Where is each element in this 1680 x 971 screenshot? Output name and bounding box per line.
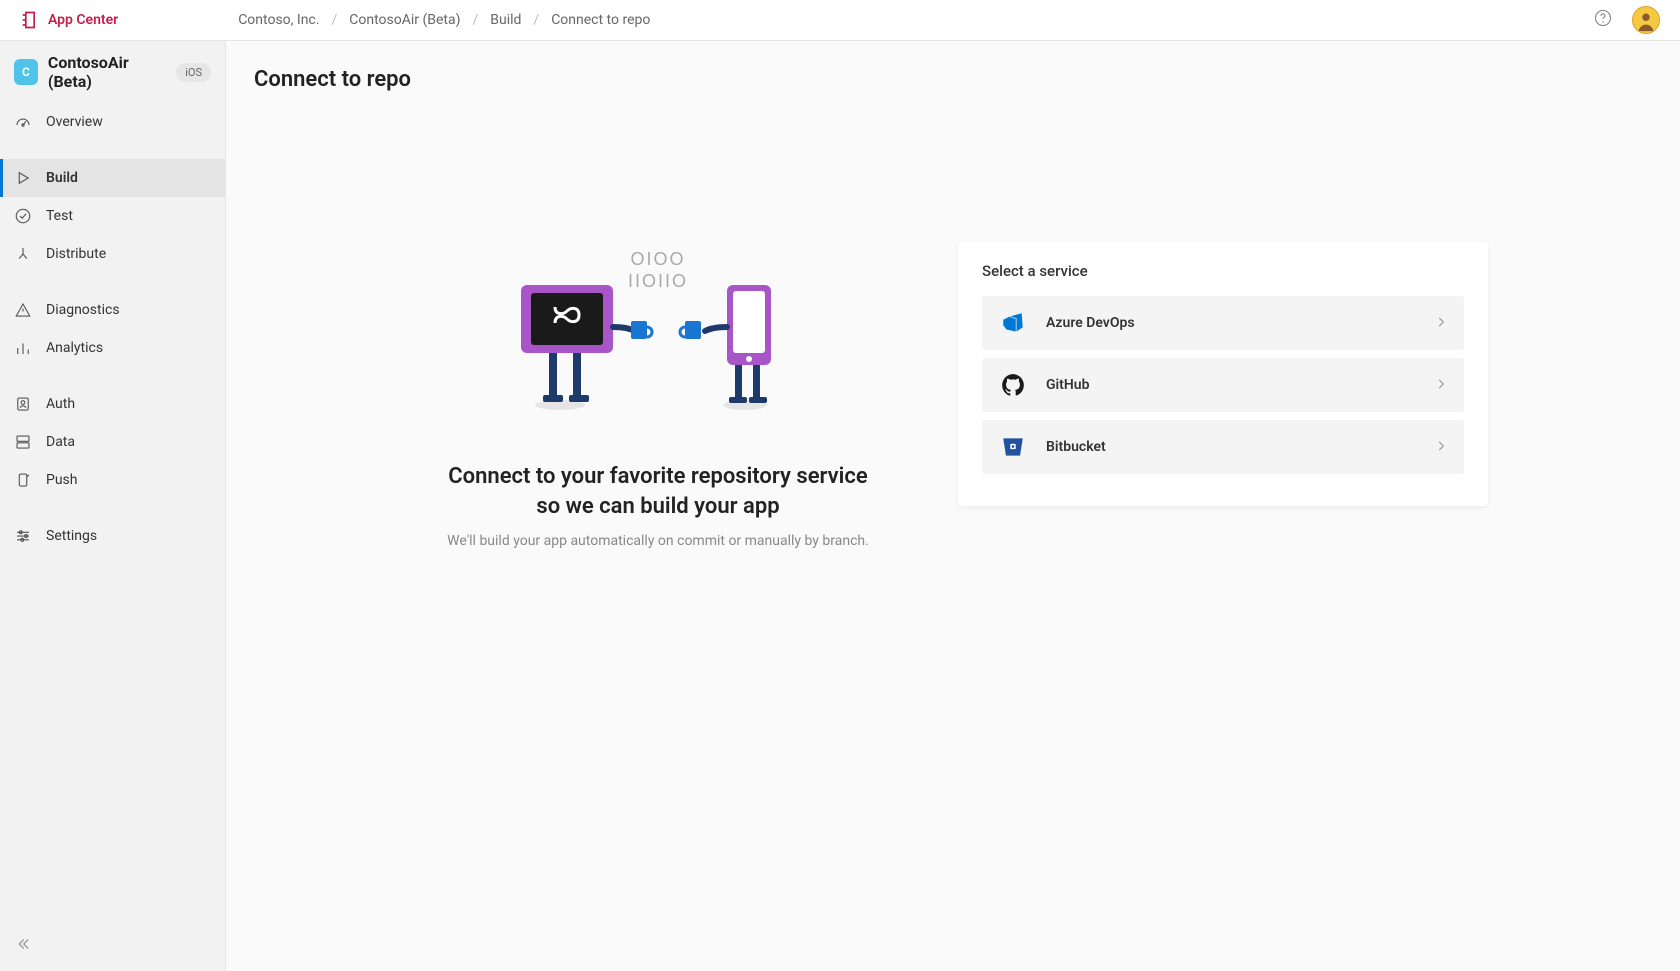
sidebar-collapse-button[interactable] <box>0 921 225 971</box>
sidebar-app-header[interactable]: C ContosoAir (Beta) iOS <box>0 41 225 103</box>
app-name: ContosoAir (Beta) <box>48 53 166 91</box>
service-name: Bitbucket <box>1046 439 1106 455</box>
avatar[interactable] <box>1632 6 1660 34</box>
distribute-icon <box>14 245 32 263</box>
sidebar-item-label: Build <box>46 170 78 186</box>
sidebar-item-data[interactable]: Data <box>0 423 225 461</box>
topbar: App Center Contoso, Inc. / ContosoAir (B… <box>0 0 1680 41</box>
app-badge: C <box>14 59 38 85</box>
help-icon[interactable] <box>1594 9 1612 32</box>
nav: Overview Build Test Distribute <box>0 103 225 555</box>
chevron-right-icon <box>1434 376 1448 395</box>
sliders-icon <box>14 527 32 545</box>
sidebar-item-diagnostics[interactable]: Diagnostics <box>0 291 225 329</box>
sidebar-item-distribute[interactable]: Distribute <box>0 235 225 273</box>
page-title: Connect to repo <box>254 67 1652 92</box>
sidebar-item-label: Diagnostics <box>46 302 120 318</box>
breadcrumb-page[interactable]: Connect to repo <box>551 12 650 28</box>
sidebar-item-label: Test <box>46 208 73 224</box>
service-item-bitbucket[interactable]: Bitbucket <box>982 420 1464 474</box>
service-item-github[interactable]: GitHub <box>982 358 1464 412</box>
hero-title: Connect to your favorite repository serv… <box>448 462 868 521</box>
warning-icon <box>14 301 32 319</box>
service-name: Azure DevOps <box>1046 315 1135 331</box>
azure-devops-icon <box>998 308 1028 338</box>
sidebar-item-build[interactable]: Build <box>0 159 225 197</box>
sidebar-item-settings[interactable]: Settings <box>0 517 225 555</box>
service-item-azure-devops[interactable]: Azure DevOps <box>982 296 1464 350</box>
bitbucket-icon <box>998 432 1028 462</box>
sidebar-item-test[interactable]: Test <box>0 197 225 235</box>
breadcrumb-sep: / <box>331 12 337 28</box>
chevron-right-icon <box>1434 438 1448 457</box>
gauge-icon <box>14 113 32 131</box>
brand[interactable]: App Center <box>20 10 118 30</box>
card-title: Select a service <box>982 262 1464 280</box>
github-icon <box>998 370 1028 400</box>
sidebar-item-push[interactable]: Push <box>0 461 225 499</box>
brand-name: App Center <box>48 12 118 28</box>
sidebar-item-auth[interactable]: Auth <box>0 385 225 423</box>
breadcrumb-org[interactable]: Contoso, Inc. <box>238 12 319 28</box>
sidebar-item-label: Auth <box>46 396 75 412</box>
push-icon <box>14 471 32 489</box>
select-service-card: Select a service Azure DevOps <box>958 242 1488 506</box>
sidebar-item-label: Overview <box>46 114 103 130</box>
breadcrumb-sep: / <box>472 12 478 28</box>
breadcrumb-section[interactable]: Build <box>490 12 521 28</box>
sidebar-item-label: Data <box>46 434 75 450</box>
data-icon <box>14 433 32 451</box>
sidebar: C ContosoAir (Beta) iOS Overview Build T… <box>0 41 226 971</box>
bar-chart-icon <box>14 339 32 357</box>
binary-line-1: OIOO <box>630 249 685 269</box>
sidebar-item-label: Distribute <box>46 246 106 262</box>
sidebar-item-analytics[interactable]: Analytics <box>0 329 225 367</box>
service-name: GitHub <box>1046 377 1089 393</box>
sidebar-item-label: Push <box>46 472 78 488</box>
app-center-logo-icon <box>20 10 40 30</box>
sidebar-item-overview[interactable]: Overview <box>0 103 225 141</box>
sidebar-item-label: Analytics <box>46 340 103 356</box>
binary-line-2: IIOIIO <box>628 271 688 291</box>
hero: OIOO IIOIIO <box>418 242 898 549</box>
platform-chip: iOS <box>176 63 211 82</box>
breadcrumb-sep: / <box>533 12 539 28</box>
main-content: Connect to repo OIOO IIOIIO <box>226 41 1680 971</box>
breadcrumb-app[interactable]: ContosoAir (Beta) <box>349 12 460 28</box>
chevron-right-icon <box>1434 314 1448 333</box>
sidebar-item-label: Settings <box>46 528 97 544</box>
hero-subtitle: We'll build your app automatically on co… <box>418 533 898 549</box>
play-icon <box>14 169 32 187</box>
hero-illustration: OIOO IIOIIO <box>418 242 898 422</box>
user-icon <box>14 395 32 413</box>
breadcrumb: Contoso, Inc. / ContosoAir (Beta) / Buil… <box>238 12 650 28</box>
check-circle-icon <box>14 207 32 225</box>
